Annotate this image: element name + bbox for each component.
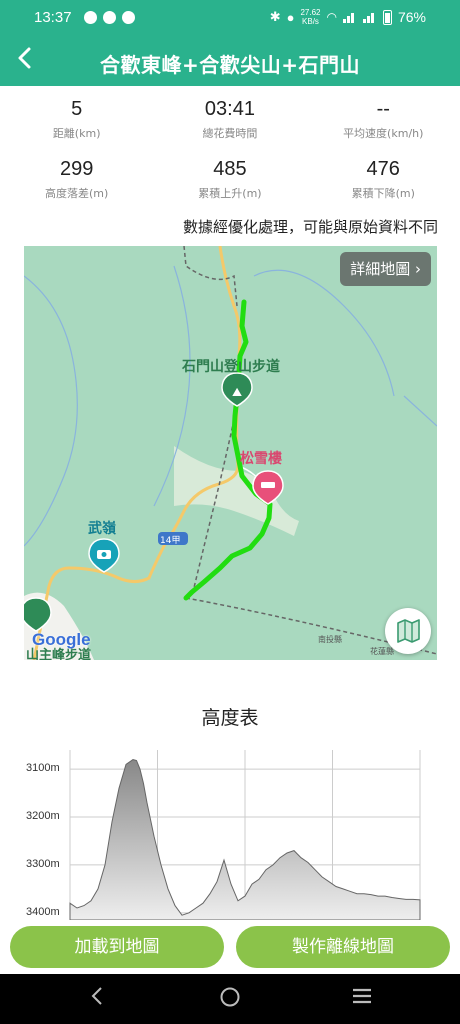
chart-plot xyxy=(69,750,421,920)
data-note: 數據經優化處理，可能與原始資料不同 xyxy=(182,218,438,236)
wifi-icon: ◠ xyxy=(326,10,337,24)
map-label-county1: 南投縣 xyxy=(318,635,342,644)
y-tick-label: 3100m xyxy=(26,762,60,775)
map-canvas: ⛰ xyxy=(24,246,437,660)
detail-map-button[interactable]: 詳細地圖 › xyxy=(340,252,431,286)
app-notification-icon-2 xyxy=(122,11,135,24)
nav-back-icon xyxy=(91,987,102,1005)
map-view[interactable]: ⛰ 詳細地圖 › 石門山登山步道 松雪樓 武嶺 14甲 山主峰步道 南投縣 花蓮… xyxy=(24,246,437,660)
app-notification-icon xyxy=(103,11,116,24)
stat-duration: 03:41 總花費時間 xyxy=(202,98,258,140)
folded-map-icon xyxy=(397,619,420,643)
stat-height-diff: 299 高度落差(m) xyxy=(44,158,109,200)
status-time: 13:37 xyxy=(34,9,72,26)
status-right: ✱ ● 27.62 KB/s ◠ 76% xyxy=(270,8,426,26)
signal-icon xyxy=(342,11,357,23)
make-offline-map-button[interactable]: 製作離線地圖 xyxy=(236,926,450,968)
highway xyxy=(32,246,242,660)
nav-home-icon xyxy=(220,987,240,1007)
bottom-actions: 加載到地圖 製作離線地圖 xyxy=(0,920,460,974)
location-icon: ● xyxy=(286,9,295,25)
status-bar: 13:37 ✱ ● 27.62 KB/s ◠ 76% xyxy=(0,0,460,38)
net-speed: 27.62 KB/s xyxy=(300,8,321,26)
svg-text:⛰: ⛰ xyxy=(232,385,242,399)
elevation-chart: 3400m 3300m 3200m 3100m xyxy=(0,740,460,920)
stat-speed: -- 平均速度(km/h) xyxy=(343,98,424,140)
trail-pin-icon[interactable]: ⛰ xyxy=(221,372,253,407)
battery-percent: 76% xyxy=(397,9,426,25)
y-tick-label: 3200m xyxy=(26,810,60,823)
map-label-wuling: 武嶺 xyxy=(88,521,116,537)
battery-icon xyxy=(382,9,392,25)
bluetooth-icon: ✱ xyxy=(269,9,281,24)
google-logo: Google xyxy=(32,630,91,649)
stat-ascent: 485 累積上升(m) xyxy=(198,158,262,200)
stat-descent: 476 累積下降(m) xyxy=(351,158,415,200)
page-title: 合歡東峰+合歡尖山+石門山 xyxy=(99,53,360,77)
nav-home-button[interactable] xyxy=(215,986,245,1012)
nav-back-button[interactable] xyxy=(82,986,112,1012)
map-label-trail: 石門山登山步道 xyxy=(182,359,280,375)
load-to-map-button[interactable]: 加載到地圖 xyxy=(10,926,224,968)
nav-recents-button[interactable] xyxy=(347,986,377,1012)
road-shield-label: 14甲 xyxy=(160,536,181,546)
facebook-icon xyxy=(84,11,97,24)
boundary-dashed xyxy=(183,246,238,307)
y-tick-label: 3400m xyxy=(26,905,60,918)
camera-pin-icon[interactable] xyxy=(88,538,120,573)
system-nav-bar xyxy=(0,974,460,1024)
title-bar: 合歡東峰+合歡尖山+石門山 xyxy=(0,38,460,86)
nav-recents-icon xyxy=(353,988,371,1004)
chart-title: 高度表 xyxy=(201,707,259,729)
signal-icon-2 xyxy=(362,11,377,23)
map-label-lodge: 松雪樓 xyxy=(240,451,282,467)
stats-panel: 5 距離(km) 03:41 總花費時間 -- 平均速度(km/h) 299 高… xyxy=(0,96,460,216)
stat-distance: 5 距離(km) xyxy=(52,98,101,140)
river-3 xyxy=(253,269,395,397)
notification-icons xyxy=(84,11,135,24)
y-tick-label: 3300m xyxy=(26,857,60,870)
map-type-button[interactable] xyxy=(385,608,431,654)
river-4 xyxy=(403,395,437,427)
river xyxy=(24,275,78,547)
